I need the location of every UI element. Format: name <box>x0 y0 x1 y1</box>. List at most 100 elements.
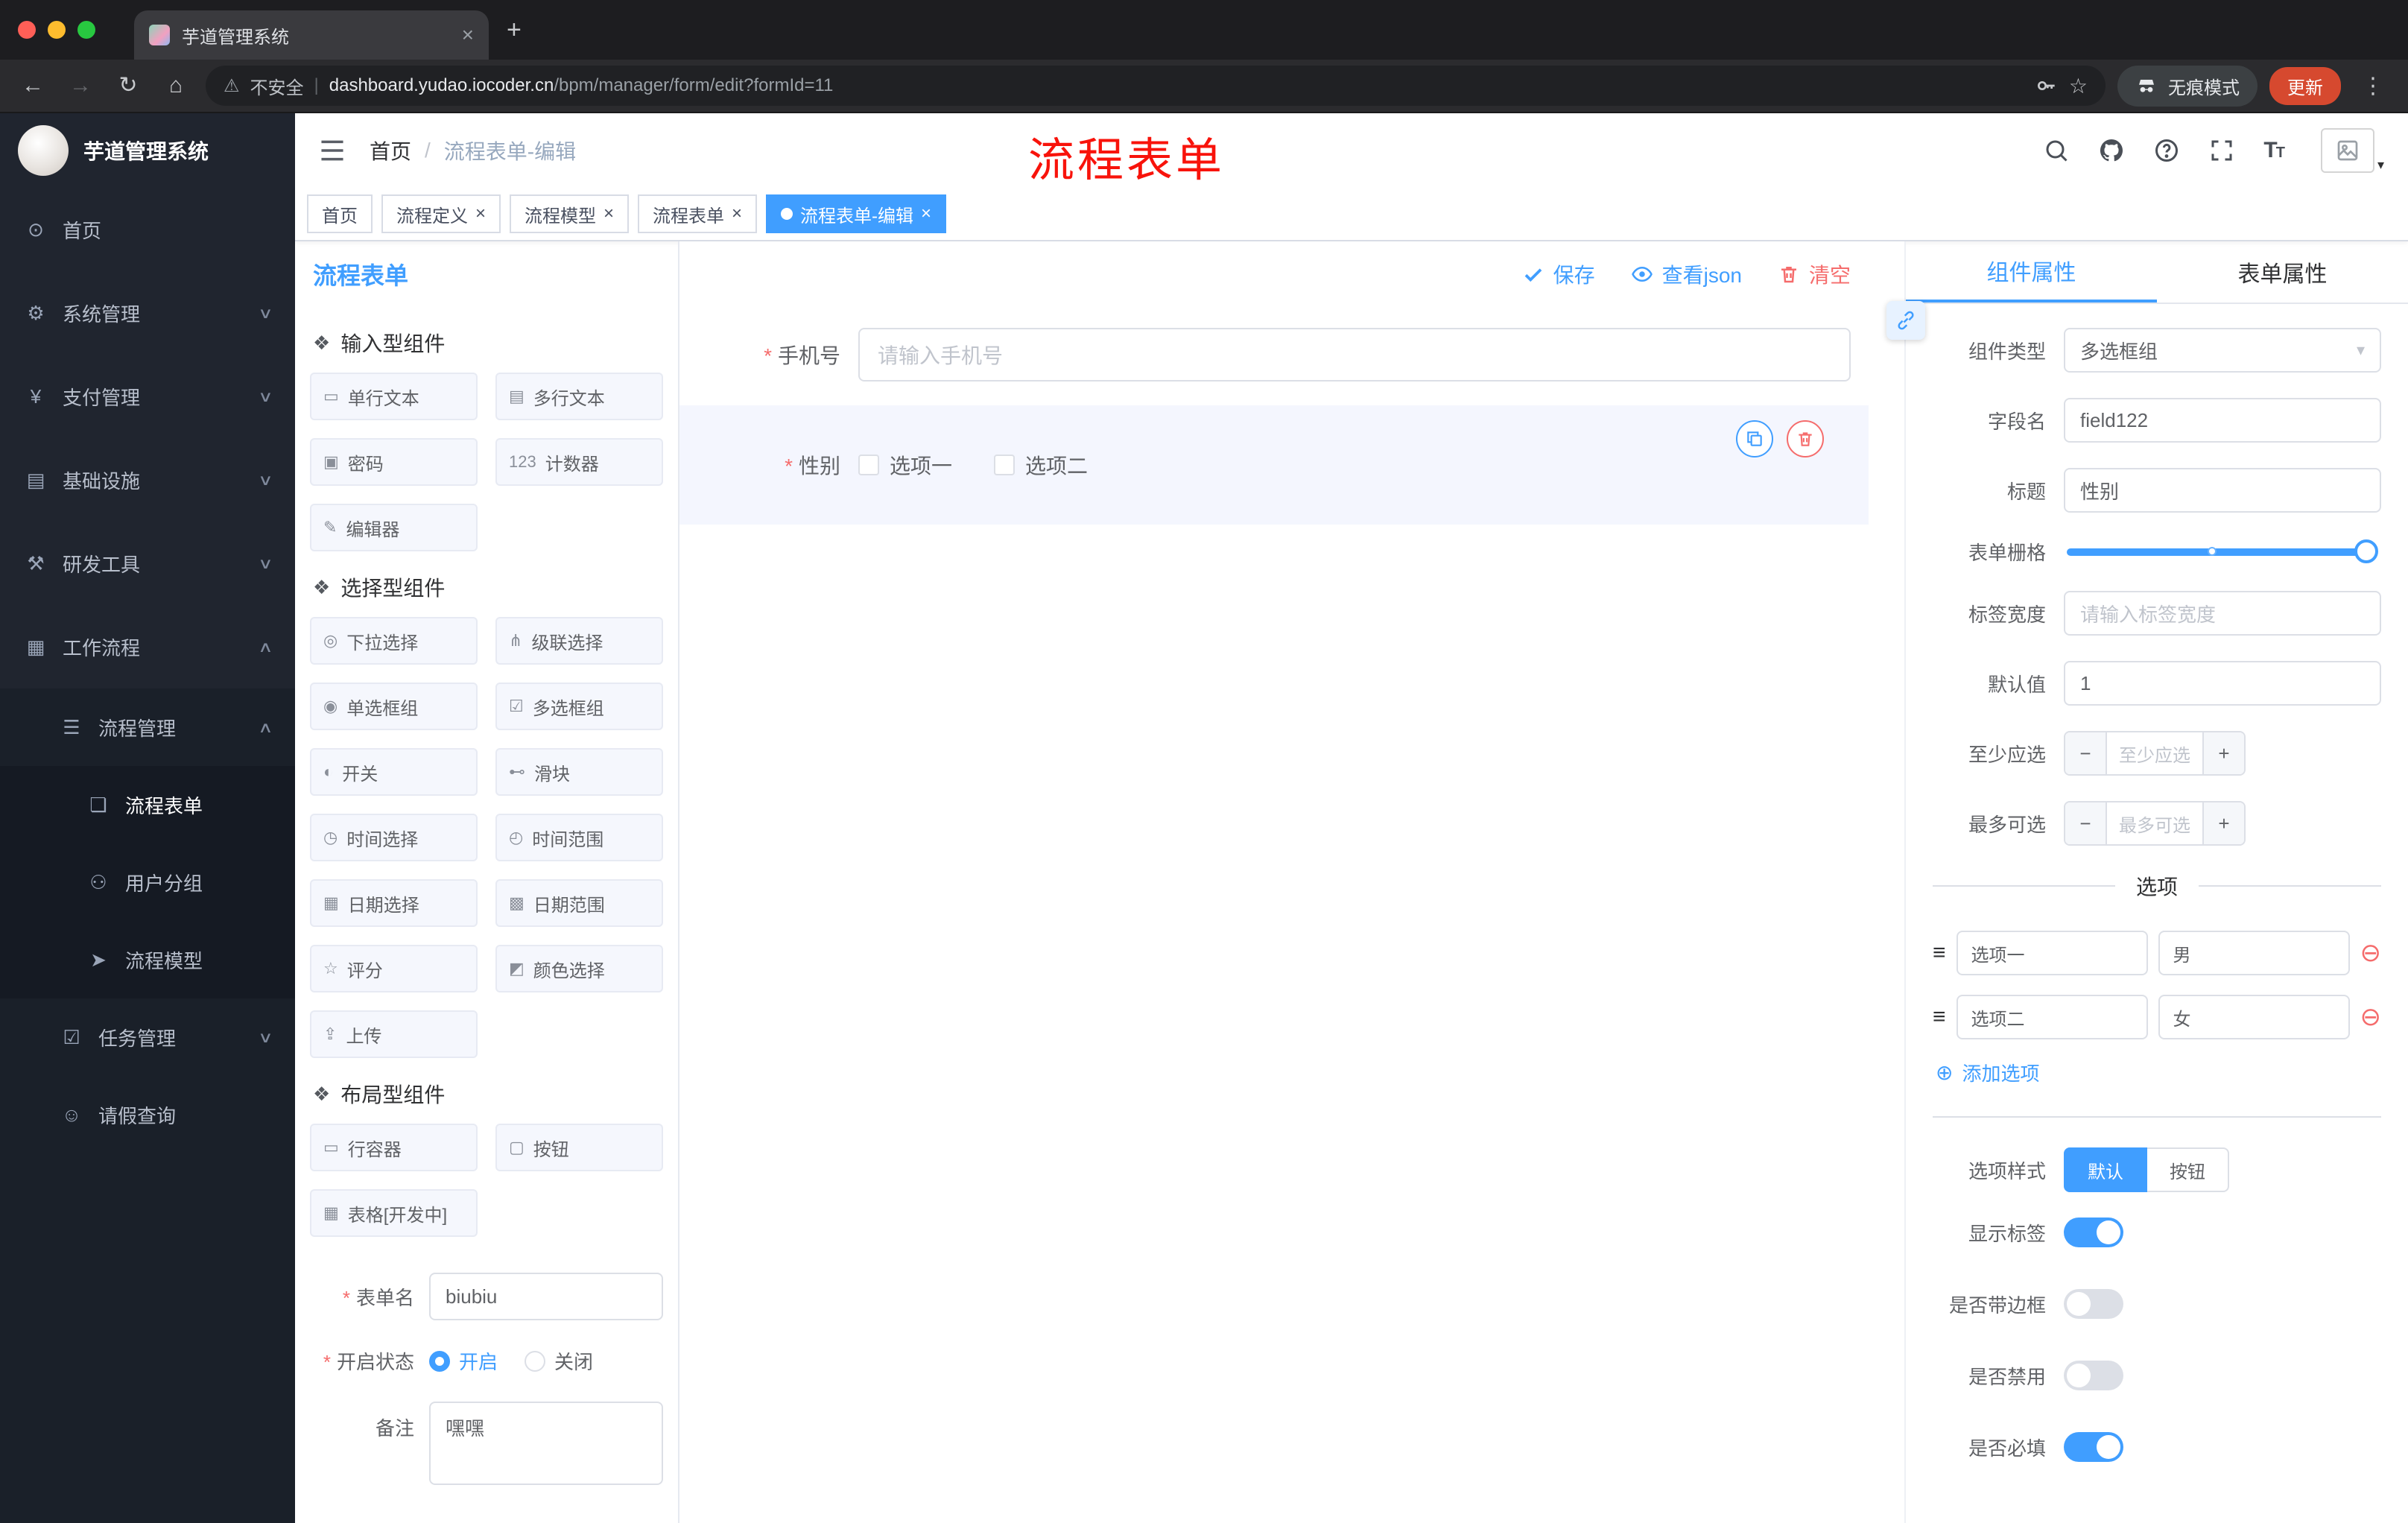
browser-tab[interactable]: 芋道管理系统 × <box>134 10 489 60</box>
question-icon[interactable] <box>2153 137 2180 164</box>
title-input[interactable]: 性别 <box>2064 468 2381 513</box>
tag-close-icon[interactable]: × <box>732 205 742 223</box>
tag-process-model[interactable]: 流程模型 × <box>510 194 630 233</box>
tag-close-icon[interactable]: × <box>921 205 931 223</box>
canvas-field-phone[interactable]: * 手机号 请输入手机号 <box>715 328 1851 381</box>
default-value-input[interactable]: 1 <box>2064 661 2381 706</box>
palette-item-counter[interactable]: 123 计数器 <box>495 438 663 486</box>
tag-process-form[interactable]: 流程表单 × <box>638 194 758 233</box>
label-width-input[interactable]: 请输入标签宽度 <box>2064 591 2381 636</box>
remark-textarea[interactable]: 嘿嘿 <box>429 1402 663 1485</box>
update-button[interactable]: 更新 <box>2269 66 2341 105</box>
back-icon[interactable]: ← <box>15 75 51 97</box>
palette-item-single-line-text[interactable]: ▭ 单行文本 <box>310 373 478 420</box>
sidebar-item-process-model[interactable]: ➤ 流程模型 <box>0 921 295 998</box>
option-value-input[interactable]: 女 <box>2158 995 2350 1039</box>
option-style-default-button[interactable]: 默认 <box>2064 1147 2147 1192</box>
increase-button[interactable]: + <box>2202 732 2244 774</box>
drag-handle-icon[interactable]: ≡ <box>1933 1004 1946 1030</box>
palette-item-password[interactable]: ▣ 密码 <box>310 438 478 486</box>
tab-form-properties[interactable]: 表单属性 <box>2157 241 2408 303</box>
palette-item-cascader[interactable]: ⋔ 级联选择 <box>495 617 663 665</box>
remove-option-icon[interactable]: ⊖ <box>2360 940 2382 966</box>
close-window-button[interactable] <box>18 21 36 39</box>
kebab-menu-icon[interactable]: ⋮ <box>2353 73 2393 99</box>
decrease-button[interactable]: − <box>2065 802 2107 844</box>
tab-close-icon[interactable]: × <box>462 25 474 45</box>
key-icon[interactable] <box>2035 74 2059 98</box>
field-bind-button[interactable] <box>1886 301 1925 340</box>
delete-field-button[interactable] <box>1787 420 1824 457</box>
minimize-window-button[interactable] <box>48 21 66 39</box>
sidebar-item-workflow[interactable]: ▦ 工作流程 ∧ <box>0 605 295 688</box>
max-select-input[interactable]: 最多可选 <box>2107 802 2202 844</box>
disabled-toggle[interactable] <box>2064 1361 2123 1390</box>
palette-item-rate[interactable]: ☆ 评分 <box>310 945 478 992</box>
palette-item-color-picker[interactable]: ◩ 颜色选择 <box>495 945 663 992</box>
add-option-button[interactable]: ⊕ 添加选项 <box>1936 1059 2381 1086</box>
decrease-button[interactable]: − <box>2065 732 2107 774</box>
required-toggle[interactable] <box>2064 1432 2123 1462</box>
option-style-button-button[interactable]: 按钮 <box>2147 1147 2229 1192</box>
phone-input[interactable]: 请输入手机号 <box>858 328 1851 381</box>
palette-item-multi-line-text[interactable]: ▤ 多行文本 <box>495 373 663 420</box>
slider-handle[interactable] <box>2354 539 2378 563</box>
collapse-menu-icon[interactable] <box>319 139 346 162</box>
palette-item-slider[interactable]: ⊷ 滑块 <box>495 748 663 796</box>
palette-item-checkbox-group[interactable]: ☑ 多选框组 <box>495 683 663 730</box>
border-toggle[interactable] <box>2064 1289 2123 1319</box>
copy-field-button[interactable] <box>1736 420 1773 457</box>
palette-item-select[interactable]: ◎ 下拉选择 <box>310 617 478 665</box>
sidebar-item-dev-tools[interactable]: ⚒ 研发工具 ∨ <box>0 522 295 605</box>
address-bar[interactable]: ⚠ 不安全 | dashboard.yudao.iocoder.cn/bpm/m… <box>206 66 2106 106</box>
tab-component-properties[interactable]: 组件属性 <box>1906 241 2157 303</box>
grid-slider[interactable] <box>2067 539 2378 563</box>
status-off-radio[interactable]: 关闭 <box>525 1347 593 1375</box>
canvas-body[interactable]: * 手机号 请输入手机号 * 性别 选项一 选项二 <box>679 307 1904 1523</box>
drag-handle-icon[interactable]: ≡ <box>1933 940 1946 966</box>
form-name-input[interactable]: biubiu <box>429 1273 663 1320</box>
save-button[interactable]: 保存 <box>1522 259 1595 289</box>
github-icon[interactable] <box>2098 137 2125 164</box>
palette-item-time-picker[interactable]: ◷ 时间选择 <box>310 814 478 861</box>
sidebar-item-infrastructure[interactable]: ▤ 基础设施 ∨ <box>0 438 295 522</box>
bookmark-star-icon[interactable]: ☆ <box>2069 74 2088 98</box>
zoom-window-button[interactable] <box>77 21 95 39</box>
palette-item-upload[interactable]: ⇪ 上传 <box>310 1010 478 1058</box>
palette-item-date-range[interactable]: ▩ 日期范围 <box>495 879 663 927</box>
reload-icon[interactable]: ↻ <box>110 75 146 97</box>
home-icon[interactable]: ⌂ <box>158 75 194 97</box>
component-type-select[interactable]: 多选框组 ▾ <box>2064 328 2381 373</box>
canvas-field-gender[interactable]: * 性别 选项一 选项二 <box>679 405 1869 525</box>
font-size-icon[interactable]: TT <box>2263 138 2285 163</box>
sidebar-item-user-group[interactable]: ⚇ 用户分组 <box>0 843 295 921</box>
palette-item-switch[interactable]: ◐ 开关 <box>310 748 478 796</box>
palette-item-row-container[interactable]: ▭ 行容器 <box>310 1124 478 1171</box>
user-avatar[interactable]: ▾ <box>2320 128 2384 173</box>
palette-item-date-picker[interactable]: ▦ 日期选择 <box>310 879 478 927</box>
view-json-button[interactable]: 查看json <box>1631 259 1742 289</box>
forward-icon[interactable]: → <box>63 75 98 97</box>
sidebar-item-home[interactable]: ⊙ 首页 <box>0 188 295 271</box>
tag-close-icon[interactable]: × <box>475 205 486 223</box>
checkbox-option-1[interactable]: 选项一 <box>858 450 952 480</box>
clear-button[interactable]: 清空 <box>1778 259 1851 289</box>
palette-item-editor[interactable]: ✎ 编辑器 <box>310 504 478 551</box>
sidebar-item-process-form[interactable]: ❏ 流程表单 <box>0 766 295 843</box>
tag-process-definition[interactable]: 流程定义 × <box>381 194 501 233</box>
show-label-toggle[interactable] <box>2064 1218 2123 1247</box>
status-on-radio[interactable]: 开启 <box>429 1347 498 1375</box>
tag-process-form-edit[interactable]: 流程表单-编辑 × <box>766 194 947 233</box>
checkbox-option-2[interactable]: 选项二 <box>994 450 1088 480</box>
tag-home[interactable]: 首页 <box>307 194 373 233</box>
sidebar-item-payment-management[interactable]: ¥ 支付管理 ∨ <box>0 355 295 438</box>
option-label-input[interactable]: 选项一 <box>1956 931 2148 975</box>
min-select-input[interactable]: 至少应选 <box>2107 732 2202 774</box>
palette-item-radio-group[interactable]: ◉ 单选框组 <box>310 683 478 730</box>
fullscreen-icon[interactable] <box>2208 137 2235 164</box>
sidebar-item-leave-query[interactable]: ☺ 请假查询 <box>0 1076 295 1153</box>
sidebar-item-process-management[interactable]: ☰ 流程管理 ∧ <box>0 688 295 766</box>
palette-item-table[interactable]: ▦ 表格[开发中] <box>310 1189 478 1237</box>
palette-item-button[interactable]: ▢ 按钮 <box>495 1124 663 1171</box>
option-label-input[interactable]: 选项二 <box>1956 995 2148 1039</box>
